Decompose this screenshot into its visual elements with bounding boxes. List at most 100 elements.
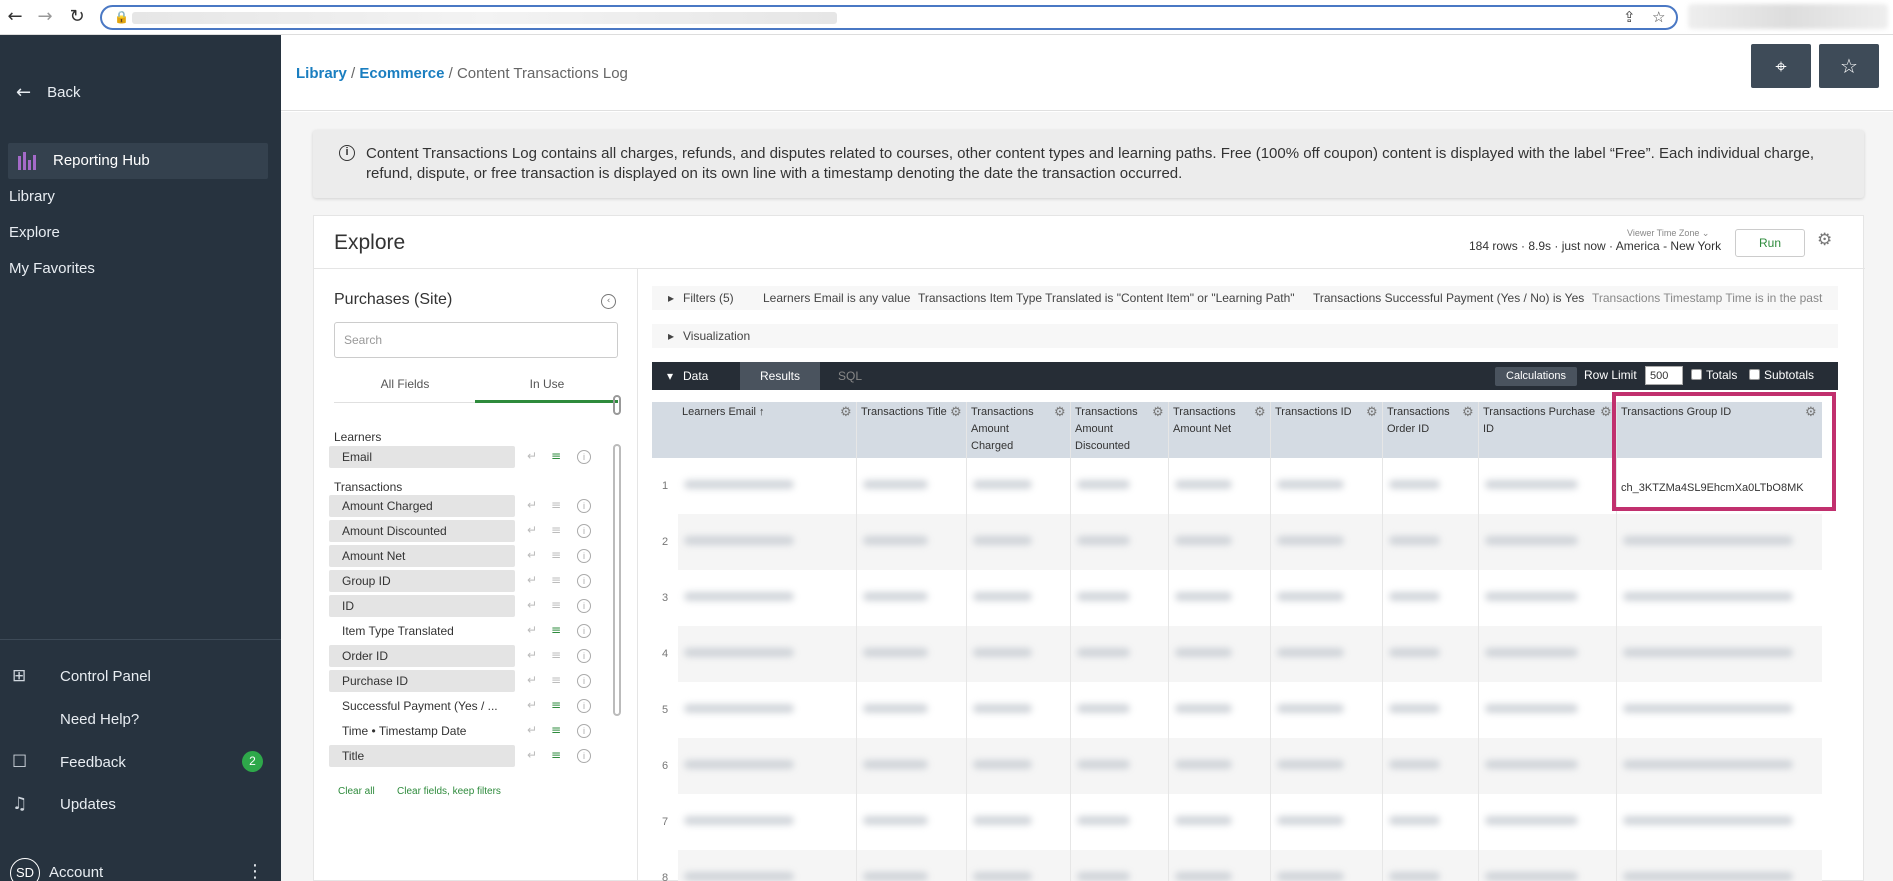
- pivot-icon[interactable]: ↵: [527, 498, 537, 512]
- sidebar-item-updates[interactable]: ♫ Updates: [12, 794, 116, 814]
- pivot-icon[interactable]: ↵: [527, 548, 537, 562]
- pivot-icon[interactable]: ↵: [527, 523, 537, 537]
- column-header[interactable]: Transactions ID: [1271, 404, 1363, 421]
- column-header[interactable]: Transactions Purchase ID: [1479, 404, 1597, 438]
- filter-icon[interactable]: ≡: [551, 598, 561, 612]
- field-item[interactable]: Amount Discounted ↵ ≡ i: [329, 520, 599, 542]
- favorite-star-button[interactable]: ☆: [1819, 44, 1879, 88]
- info-icon[interactable]: i: [577, 724, 591, 738]
- field-label[interactable]: Successful Payment (Yes / ...: [329, 695, 515, 717]
- info-icon[interactable]: i: [577, 674, 591, 688]
- sidebar-item-explore[interactable]: Explore: [9, 224, 60, 241]
- account-label[interactable]: Account: [49, 864, 103, 881]
- info-icon[interactable]: i: [577, 624, 591, 638]
- field-item[interactable]: Amount Net ↵ ≡ i: [329, 545, 599, 567]
- info-icon[interactable]: i: [577, 699, 591, 713]
- breadcrumb-library[interactable]: Library: [296, 65, 347, 82]
- column-header[interactable]: Transactions Amount Charged: [967, 404, 1051, 455]
- field-item[interactable]: Purchase ID ↵ ≡ i: [329, 670, 599, 692]
- field-item[interactable]: Email ↵ ≡ i: [329, 446, 599, 468]
- field-item[interactable]: Group ID ↵ ≡ i: [329, 570, 599, 592]
- filters-section[interactable]: ▸ Filters (5) Learners Email is any valu…: [652, 286, 1838, 310]
- pivot-icon[interactable]: ↵: [527, 449, 537, 463]
- pivot-icon[interactable]: ↵: [527, 623, 537, 637]
- pivot-icon[interactable]: ↵: [527, 648, 537, 662]
- info-icon[interactable]: i: [577, 499, 591, 513]
- info-icon[interactable]: i: [577, 549, 591, 563]
- more-options-icon[interactable]: ⋮: [246, 861, 264, 881]
- calculations-button[interactable]: Calculations: [1495, 367, 1577, 386]
- row-limit-input[interactable]: [1645, 366, 1683, 385]
- pivot-icon[interactable]: ↵: [527, 598, 537, 612]
- info-icon[interactable]: i: [577, 574, 591, 588]
- location-pin-button[interactable]: ⌖: [1751, 44, 1811, 88]
- scrollbar-transactions[interactable]: [613, 444, 621, 716]
- field-label[interactable]: Amount Net: [329, 545, 515, 567]
- field-label[interactable]: Time • Timestamp Date: [329, 720, 515, 742]
- caret-down-icon[interactable]: ▾: [667, 362, 673, 390]
- tab-all-fields[interactable]: All Fields: [334, 377, 476, 391]
- info-icon[interactable]: i: [577, 524, 591, 538]
- run-button[interactable]: Run: [1735, 229, 1805, 257]
- address-bar[interactable]: 🔒 ⇪ ☆: [100, 5, 1678, 30]
- sidebar-item-my-favorites[interactable]: My Favorites: [9, 260, 95, 277]
- subtotals-checkbox[interactable]: [1749, 369, 1760, 380]
- field-label[interactable]: Item Type Translated: [329, 620, 515, 642]
- field-label[interactable]: Amount Discounted: [329, 520, 515, 542]
- pivot-icon[interactable]: ↵: [527, 723, 537, 737]
- info-icon[interactable]: i: [577, 599, 591, 613]
- clear-all-link[interactable]: Clear all: [338, 786, 375, 797]
- filter-icon[interactable]: ≡: [551, 673, 561, 687]
- filter-icon[interactable]: ≡: [551, 623, 561, 637]
- sidebar-item-library[interactable]: Library: [9, 188, 55, 205]
- sidebar-item-reporting-hub[interactable]: Reporting Hub: [8, 143, 268, 179]
- field-item[interactable]: Item Type Translated ↵ ≡ i: [329, 620, 599, 642]
- avatar[interactable]: SD: [10, 858, 40, 881]
- tab-results[interactable]: Results: [740, 362, 820, 390]
- filter-icon[interactable]: ≡: [551, 573, 561, 587]
- sidebar-item-control-panel[interactable]: ⊞ Control Panel: [12, 666, 151, 686]
- field-label[interactable]: Amount Charged: [329, 495, 515, 517]
- field-search-input[interactable]: [334, 322, 618, 358]
- tab-data[interactable]: Data: [683, 362, 708, 390]
- column-gear-icon[interactable]: ⚙: [840, 405, 852, 420]
- column-gear-icon[interactable]: ⚙: [1462, 405, 1474, 420]
- forward-arrow-icon[interactable]: →: [34, 6, 56, 28]
- field-label[interactable]: Email: [329, 446, 515, 468]
- pivot-icon[interactable]: ↵: [527, 698, 537, 712]
- filter-icon[interactable]: ≡: [551, 698, 561, 712]
- back-arrow-icon[interactable]: ←: [4, 6, 26, 28]
- pivot-icon[interactable]: ↵: [527, 748, 537, 762]
- sidebar-item-need-help[interactable]: Need Help?: [12, 711, 139, 728]
- info-icon[interactable]: i: [577, 649, 591, 663]
- field-item[interactable]: Title ↵ ≡ i: [329, 745, 599, 767]
- scrollbar-learners[interactable]: [613, 395, 621, 415]
- field-item[interactable]: Order ID ↵ ≡ i: [329, 645, 599, 667]
- column-header[interactable]: Learners Email ↑: [678, 404, 837, 421]
- field-label[interactable]: Title: [329, 745, 515, 767]
- tab-in-use[interactable]: In Use: [476, 377, 618, 391]
- info-icon[interactable]: i: [577, 749, 591, 763]
- field-item[interactable]: Amount Charged ↵ ≡ i: [329, 495, 599, 517]
- share-icon[interactable]: ⇪: [1623, 8, 1636, 26]
- column-gear-icon[interactable]: ⚙: [950, 405, 962, 420]
- filter-icon[interactable]: ≡: [551, 748, 561, 762]
- clear-fields-keep-filters-link[interactable]: Clear fields, keep filters: [397, 786, 501, 797]
- column-gear-icon[interactable]: ⚙: [1366, 405, 1378, 420]
- gear-icon[interactable]: ⚙: [1817, 230, 1832, 250]
- info-icon[interactable]: i: [577, 450, 591, 464]
- column-header[interactable]: Transactions Order ID: [1383, 404, 1459, 438]
- column-header[interactable]: Transactions Amount Discounted: [1071, 404, 1149, 455]
- pivot-icon[interactable]: ↵: [527, 573, 537, 587]
- back-link[interactable]: ← Back: [16, 82, 80, 103]
- reload-icon[interactable]: ↻: [66, 6, 88, 28]
- collapse-panel-icon[interactable]: ‹: [601, 294, 616, 309]
- tab-sql[interactable]: SQL: [838, 362, 862, 390]
- viewer-timezone-label[interactable]: Viewer Time Zone ⌄: [1627, 228, 1709, 239]
- column-header[interactable]: Transactions Amount Net: [1169, 404, 1251, 438]
- bookmark-star-icon[interactable]: ☆: [1652, 8, 1665, 26]
- filter-icon[interactable]: ≡: [551, 648, 561, 662]
- field-label[interactable]: ID: [329, 595, 515, 617]
- field-item[interactable]: ID ↵ ≡ i: [329, 595, 599, 617]
- column-gear-icon[interactable]: ⚙: [1254, 405, 1266, 420]
